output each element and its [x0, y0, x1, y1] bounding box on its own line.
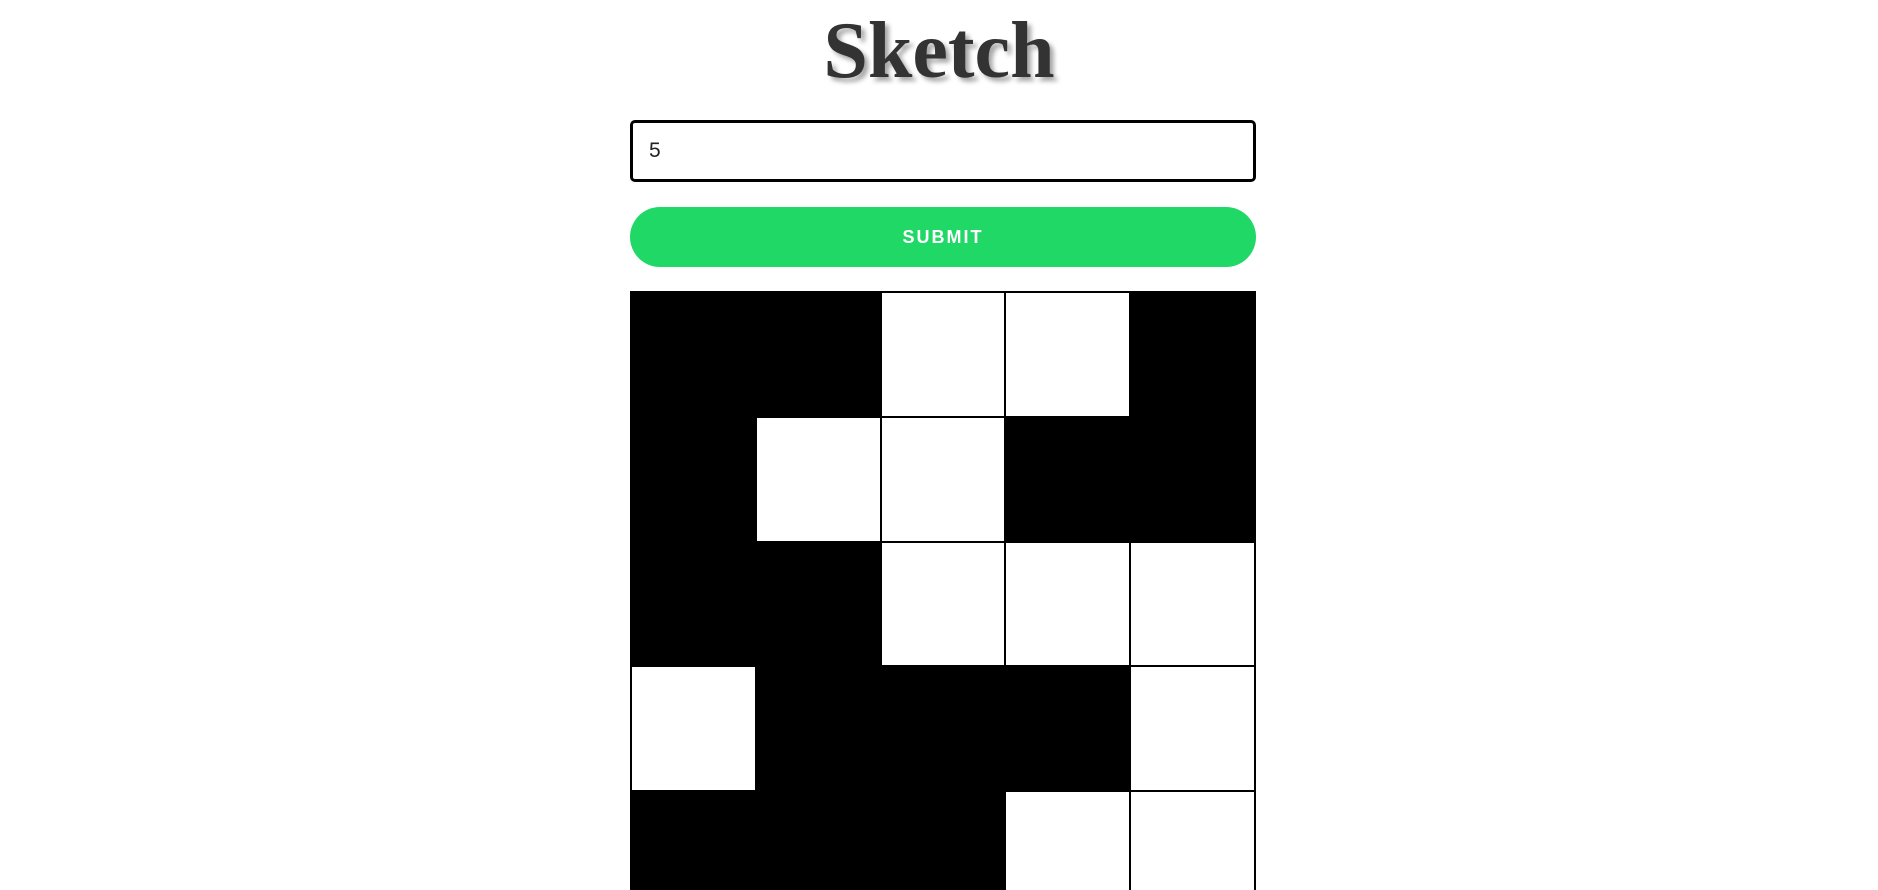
- grid-cell[interactable]: [755, 541, 881, 667]
- grid-cell[interactable]: [631, 292, 756, 417]
- grid-cell[interactable]: [1005, 292, 1131, 417]
- grid-cell[interactable]: [755, 416, 881, 542]
- page-title: Sketch: [823, 7, 1055, 95]
- grid-cell[interactable]: [880, 416, 1006, 542]
- page: Sketch SUBMIT: [0, 0, 1878, 890]
- submit-button[interactable]: SUBMIT: [630, 207, 1256, 267]
- grid-cell[interactable]: [631, 791, 756, 890]
- grid-cell[interactable]: [1005, 791, 1131, 890]
- grid-cell[interactable]: [880, 666, 1006, 792]
- grid-cell[interactable]: [755, 666, 881, 792]
- grid-cell[interactable]: [1130, 292, 1255, 417]
- grid-cell[interactable]: [1005, 541, 1131, 667]
- grid-cell[interactable]: [631, 666, 756, 792]
- grid-cell[interactable]: [1130, 791, 1255, 890]
- grid-cell[interactable]: [755, 791, 881, 890]
- grid-cell[interactable]: [631, 416, 756, 542]
- grid-size-input[interactable]: [630, 120, 1256, 182]
- grid-cell[interactable]: [1130, 541, 1255, 667]
- grid-cell[interactable]: [1130, 666, 1255, 792]
- grid-cell[interactable]: [880, 292, 1006, 417]
- sketch-grid: [630, 291, 1256, 890]
- grid-cell[interactable]: [1005, 416, 1131, 542]
- grid-cell[interactable]: [1005, 666, 1131, 792]
- grid-cell[interactable]: [755, 292, 881, 417]
- grid-cell[interactable]: [1130, 416, 1255, 542]
- grid-cell[interactable]: [880, 541, 1006, 667]
- grid-cell[interactable]: [631, 541, 756, 667]
- grid-cell[interactable]: [880, 791, 1006, 890]
